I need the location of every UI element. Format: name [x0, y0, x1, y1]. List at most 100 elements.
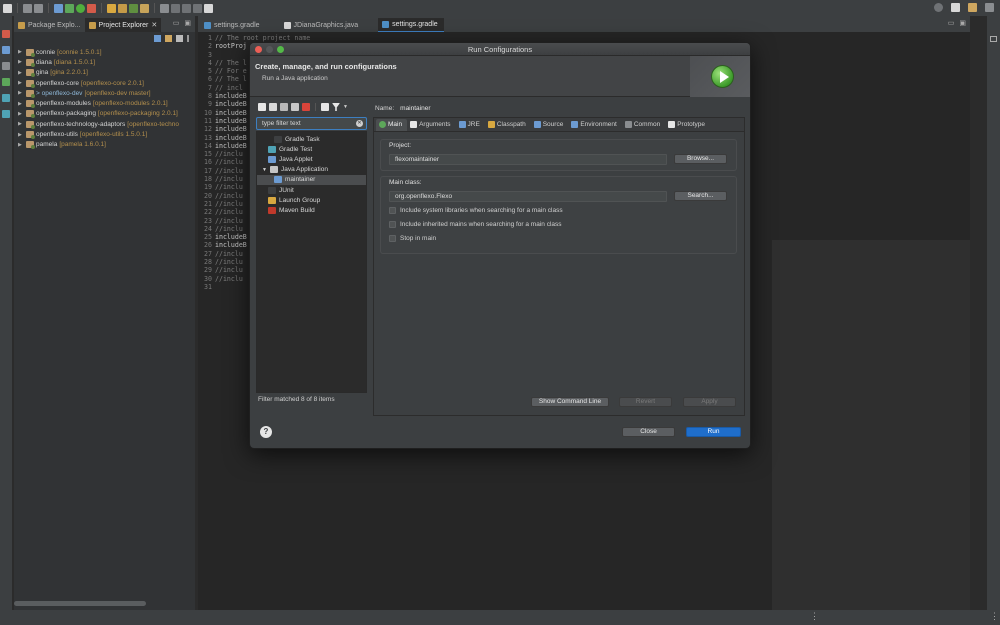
tab-environment[interactable]: Environment: [568, 119, 622, 131]
run-icon[interactable]: [76, 3, 85, 13]
save-icon[interactable]: [23, 3, 32, 13]
browse-button[interactable]: Browse...: [674, 154, 727, 164]
pin-editor-icon[interactable]: [204, 3, 213, 13]
external-tools-icon[interactable]: [87, 3, 96, 13]
debug-perspective-icon[interactable]: [985, 3, 994, 12]
minimize-icon[interactable]: ▭: [948, 19, 955, 27]
collapse-all-icon[interactable]: [154, 34, 161, 42]
open-perspective-icon[interactable]: [951, 3, 960, 12]
launch-config-item[interactable]: Maven Build: [257, 205, 366, 215]
outline-view-icon[interactable]: [2, 30, 10, 38]
launch-config-item[interactable]: Java Applet: [257, 154, 366, 164]
collapse-all-icon[interactable]: [321, 103, 329, 111]
filter-icon[interactable]: [332, 103, 340, 111]
option-checkbox[interactable]: Include system libraries when searching …: [389, 207, 563, 214]
restore-icon[interactable]: [990, 36, 997, 42]
status-drag-handle-icon[interactable]: ⋮: [810, 611, 819, 622]
show-command-line-button[interactable]: Show Command Line: [531, 397, 609, 407]
search-button[interactable]: Search...: [674, 191, 727, 201]
apply-button[interactable]: Apply: [683, 397, 736, 407]
filter-field[interactable]: ✕: [256, 117, 367, 130]
new-prototype-icon[interactable]: [269, 103, 277, 111]
project-field[interactable]: flexomaintainer: [389, 154, 667, 165]
link-with-editor-icon[interactable]: [165, 34, 172, 42]
maximize-icon[interactable]: ▣: [959, 19, 966, 27]
tree-item[interactable]: ▶ connie [connie 1.5.0.1]: [18, 47, 195, 57]
chevron-right-icon[interactable]: ▶: [18, 121, 24, 127]
new-package-icon[interactable]: [118, 3, 127, 13]
export-icon[interactable]: [280, 103, 288, 111]
chevron-right-icon[interactable]: ▶: [18, 142, 24, 148]
close-window-icon[interactable]: [255, 46, 262, 53]
tree-item[interactable]: ▶ diana [diana 1.5.0.1]: [18, 57, 195, 67]
editor-tab[interactable]: JDianaGraphics.java: [280, 18, 365, 32]
duplicate-icon[interactable]: [291, 103, 299, 111]
tab-source[interactable]: Source: [531, 119, 569, 131]
option-checkbox[interactable]: Stop in main: [389, 235, 436, 242]
chevron-down-icon[interactable]: ▼: [262, 167, 267, 173]
run-button[interactable]: Run: [686, 427, 741, 437]
skip-breakpoints-icon[interactable]: [54, 3, 63, 13]
chevron-right-icon[interactable]: ▶: [18, 90, 24, 96]
tab-common[interactable]: Common: [622, 119, 665, 131]
search-icon[interactable]: [934, 3, 943, 12]
launch-config-item[interactable]: maintainer: [257, 174, 366, 185]
launch-config-item[interactable]: ▼ Java Application: [257, 165, 366, 175]
minimize-icon[interactable]: ▭: [173, 19, 180, 27]
new-java-project-icon[interactable]: [107, 3, 116, 13]
view-tab[interactable]: Project Explorer ✕: [84, 18, 162, 32]
chevron-right-icon[interactable]: ▶: [18, 70, 24, 76]
gradle-executions-icon[interactable]: [2, 110, 10, 118]
editor-tab[interactable]: settings.gradle: [378, 18, 444, 32]
launch-config-item[interactable]: Gradle Test: [257, 144, 366, 154]
back-icon[interactable]: [182, 3, 191, 13]
chevron-right-icon[interactable]: ▶: [18, 101, 24, 107]
chevron-right-icon[interactable]: ▶: [18, 132, 24, 138]
java-perspective-icon[interactable]: [968, 3, 977, 12]
tree-item[interactable]: ▶ openflexo-utils [openflexo-utils 1.5.0.1…: [18, 129, 195, 140]
tree-item[interactable]: ▶ gina [gina 2.2.0.1]: [18, 68, 195, 78]
new-config-icon[interactable]: [258, 103, 266, 111]
tab-prototype[interactable]: Prototype: [665, 119, 710, 131]
status-drag-handle-icon[interactable]: ⋮: [990, 611, 999, 622]
maximize-icon[interactable]: ▣: [184, 19, 191, 27]
view-menu-icon[interactable]: [187, 34, 189, 42]
tree-item[interactable]: ▶ pamela [pamela 1.6.0.1]: [18, 140, 195, 150]
launch-config-item[interactable]: Launch Group: [257, 195, 366, 205]
chevron-down-icon[interactable]: ▼: [343, 104, 348, 110]
tab-main[interactable]: Main: [376, 118, 408, 131]
next-annotation-icon[interactable]: [171, 3, 180, 13]
new-class-icon[interactable]: [129, 3, 138, 13]
explorer-horizontal-scrollbar[interactable]: [14, 601, 146, 606]
search-icon[interactable]: [160, 3, 169, 13]
tab-classpath[interactable]: Classpath: [485, 119, 531, 131]
console-view-icon[interactable]: [2, 62, 10, 70]
chevron-right-icon[interactable]: ▶: [18, 59, 24, 65]
launch-config-item[interactable]: JUnit: [257, 185, 366, 195]
close-icon[interactable]: ✕: [151, 21, 157, 29]
tree-item[interactable]: ▶ > openflexo-dev [openflexo-dev master]: [18, 88, 195, 98]
filter-icon[interactable]: [176, 34, 183, 42]
chevron-right-icon[interactable]: ▶: [18, 49, 24, 55]
tab-arguments[interactable]: Arguments: [407, 119, 455, 131]
name-value[interactable]: maintainer: [400, 105, 430, 112]
zoom-window-icon[interactable]: [277, 46, 284, 53]
editor-tab[interactable]: settings.gradle: [200, 18, 266, 32]
gradle-tasks-icon[interactable]: [2, 94, 10, 102]
revert-button[interactable]: Revert: [619, 397, 672, 407]
delete-icon[interactable]: [302, 103, 310, 111]
chevron-right-icon[interactable]: ▶: [18, 111, 24, 117]
open-type-icon[interactable]: [140, 3, 149, 13]
view-tab[interactable]: Package Explo...: [14, 18, 85, 32]
launch-config-item[interactable]: Gradle Task: [257, 134, 366, 144]
checkbox[interactable]: [389, 221, 396, 228]
help-icon[interactable]: ?: [260, 426, 272, 438]
new-icon[interactable]: [3, 3, 12, 13]
close-button[interactable]: Close: [622, 427, 675, 437]
forward-icon[interactable]: [193, 3, 202, 13]
tree-item[interactable]: ▶ openflexo-packaging [openflexo-packaging…: [18, 109, 195, 119]
tree-item[interactable]: ▶ openflexo-core [openflexo-core 2.0.1]: [18, 78, 195, 88]
tree-item[interactable]: ▶ openflexo-modules [openflexo-modules 2.0…: [18, 98, 195, 109]
chevron-right-icon[interactable]: ▶: [18, 80, 24, 86]
filter-input[interactable]: [257, 118, 353, 129]
